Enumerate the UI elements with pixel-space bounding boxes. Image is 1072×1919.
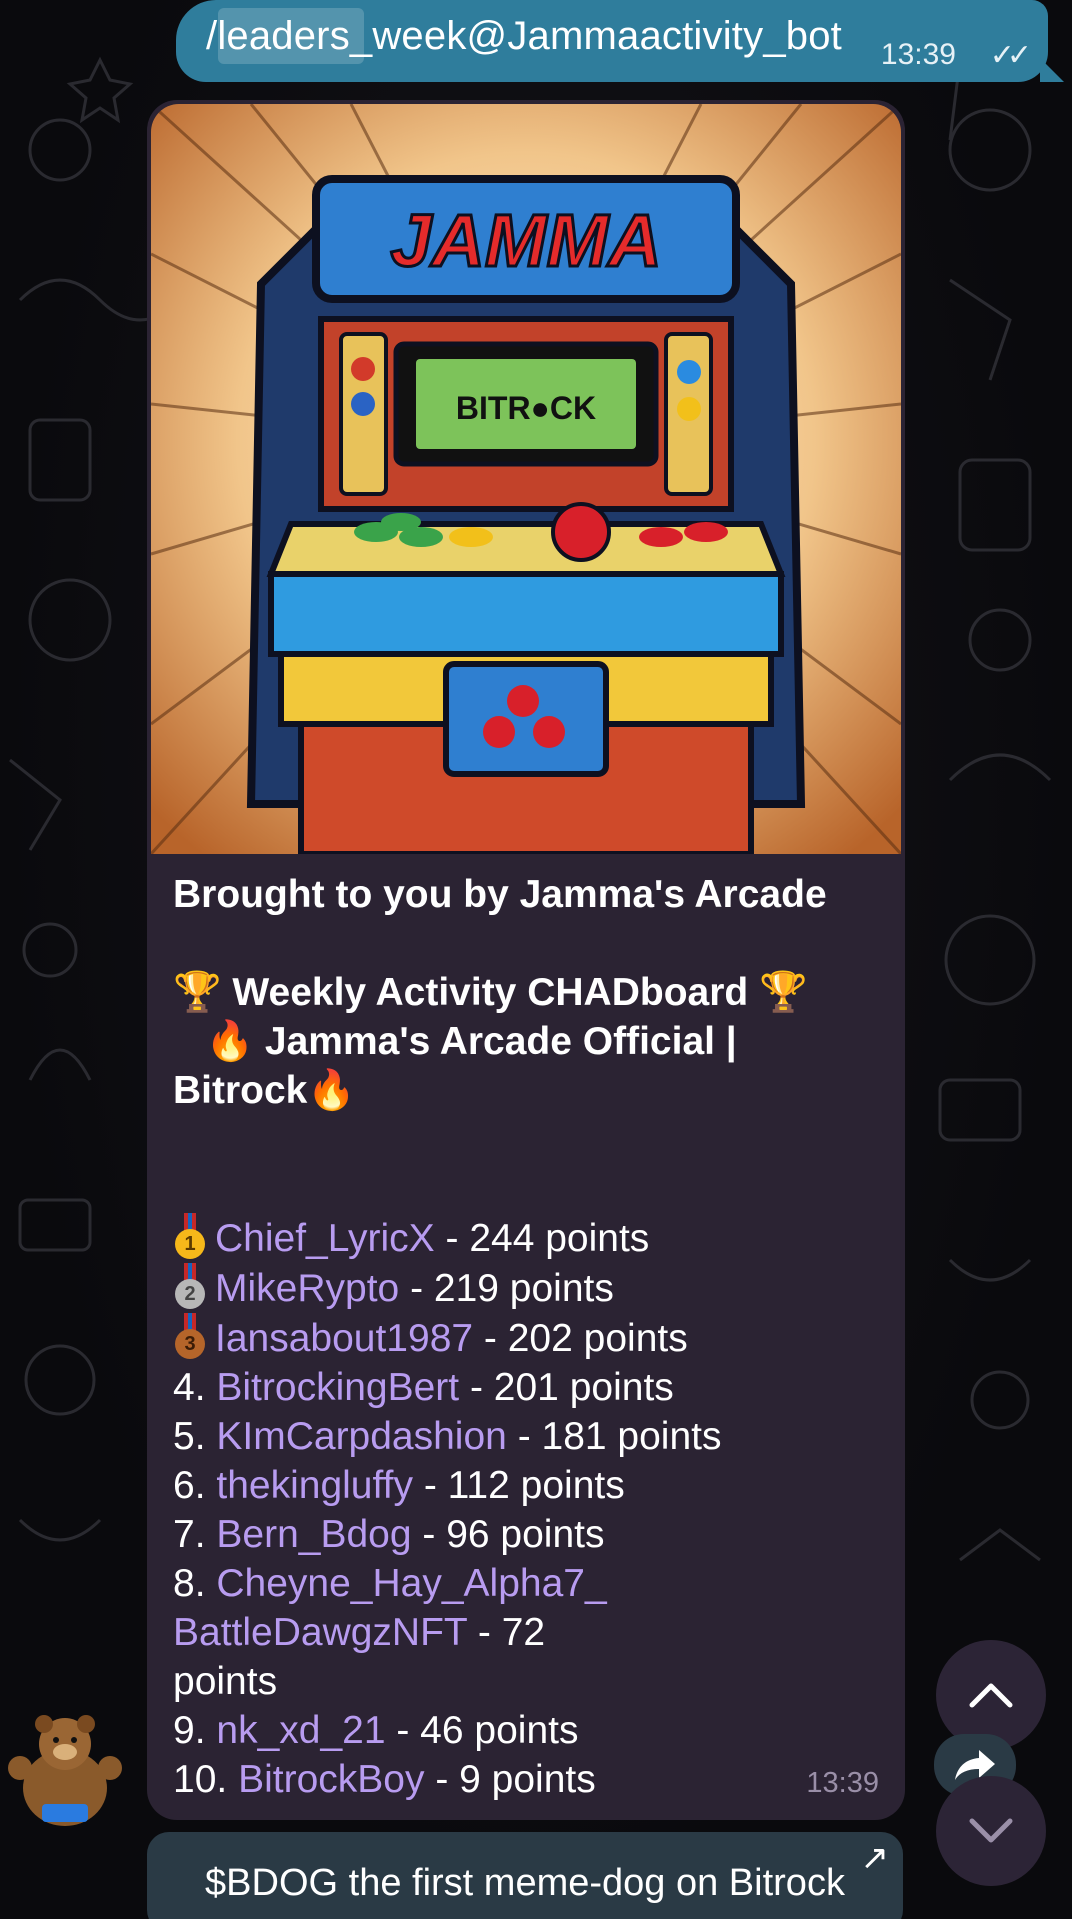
username-link[interactable]: Bern_Bdog [216, 1513, 411, 1556]
url-button-label: $BDOG the first meme-dog on Bitrock [205, 1862, 845, 1904]
trophy-icon: 🏆 [759, 971, 808, 1014]
bot-avatar[interactable] [6, 1708, 124, 1830]
marquee-text: JAMMA [390, 199, 661, 282]
group-name-part-1: Jamma's Arcade Official | [264, 1020, 737, 1063]
double-check-icon: ✓✓ [989, 39, 1032, 72]
rank: 8. [173, 1562, 206, 1605]
score: - 202 points [483, 1317, 688, 1360]
score: points [173, 1660, 278, 1703]
leaderboard-row: 7. Bern_Bdog - 96 points [173, 1510, 873, 1559]
bot-message-bubble[interactable]: JAMMA BITR●CK Brought to you by Jamma's … [147, 100, 905, 1820]
score: - 219 points [410, 1267, 614, 1310]
leaderboard-row-continued: points [173, 1657, 873, 1706]
username-link[interactable]: BitrockingBert [216, 1366, 459, 1409]
scroll-down-button[interactable] [936, 1776, 1046, 1886]
rank: 10. [173, 1758, 228, 1801]
rank: 9. [173, 1709, 206, 1752]
trophy-icon: 🏆 [173, 971, 222, 1014]
score: - 9 points [435, 1758, 596, 1801]
leaderboard-row: 3 Iansabout1987 - 202 points [173, 1313, 873, 1363]
score: - 244 points [445, 1217, 650, 1260]
outgoing-command-bubble[interactable]: /leaders_week@Jammaactivity_bot 13:39 ✓✓ [176, 0, 1048, 82]
leaderboard-row: 1 Chief_LyricX - 244 points [173, 1213, 873, 1263]
board-title-line: 🏆 Weekly Activity CHADboard 🏆 [173, 968, 873, 1017]
score: - 72 [477, 1611, 546, 1654]
bronze-medal-icon: 3 [173, 1313, 207, 1359]
score: - 201 points [469, 1366, 674, 1409]
score: - 112 points [423, 1464, 625, 1507]
leaderboard-row: 4. BitrockingBert - 201 points [173, 1363, 873, 1412]
command-text[interactable]: /leaders_week@Jammaactivity_bot [206, 14, 842, 59]
fire-icon: 🔥 [205, 1020, 255, 1063]
leaderboard-row: 9. nk_xd_21 - 46 points [173, 1706, 873, 1755]
username-link[interactable]: Iansabout1987 [215, 1317, 473, 1360]
rank: 6. [173, 1464, 206, 1507]
silver-medal-icon: 2 [173, 1263, 207, 1309]
username-link[interactable]: BitrockBoy [238, 1758, 424, 1801]
message-timestamp: 13:39 [806, 1767, 879, 1799]
score: - 46 points [396, 1709, 579, 1752]
leaderboard-row: 6. thekingluffy - 112 points [173, 1461, 873, 1510]
external-arrow-icon: ↗ [860, 1839, 890, 1877]
leaderboard-row: 2 MikeRypto - 219 points [173, 1263, 873, 1313]
username-link[interactable]: Cheyne_Hay_Alpha7_ [216, 1562, 606, 1605]
arcade-cabinet-image[interactable]: JAMMA BITR●CK [151, 104, 901, 854]
chat-screen: /leaders_week@Jammaactivity_bot 13:39 ✓✓ [0, 0, 1072, 1919]
score: - 181 points [517, 1415, 722, 1458]
username-link[interactable]: thekingluffy [216, 1464, 413, 1507]
gold-medal-icon: 1 [173, 1213, 207, 1259]
rank: 4. [173, 1366, 206, 1409]
chevron-down-icon [969, 1818, 1013, 1843]
group-line-2: Bitrock🔥 [173, 1066, 873, 1115]
leaderboard-row-continued: BattleDawgzNFT - 72 [173, 1608, 873, 1657]
username-link[interactable]: Chief_LyricX [215, 1217, 435, 1260]
group-name-part-2: Bitrock [173, 1069, 308, 1112]
fire-icon: 🔥 [307, 1069, 356, 1112]
username-link[interactable]: KImCarpdashion [216, 1415, 506, 1458]
username-link[interactable]: nk_xd_21 [216, 1709, 385, 1752]
chevron-up-icon [969, 1683, 1013, 1708]
score: - 96 points [422, 1513, 605, 1556]
rank: 5. [173, 1415, 206, 1458]
board-title: Weekly Activity CHADboard [232, 971, 749, 1014]
leaderboard-row: 8. Cheyne_Hay_Alpha7_ [173, 1559, 873, 1608]
screen-text: BITR●CK [456, 390, 596, 426]
intro-line: Brought to you by Jamma's Arcade [173, 873, 827, 916]
username-link[interactable]: BattleDawgzNFT [173, 1611, 467, 1654]
leaderboard-row: 10. BitrockBoy - 9 points [173, 1755, 873, 1804]
group-line-1: 🔥 Jamma's Arcade Official | [173, 1017, 873, 1066]
username-link[interactable]: MikeRypto [215, 1267, 399, 1310]
rank: 7. [173, 1513, 206, 1556]
command-timestamp: 13:39 [880, 38, 956, 71]
leaderboard-row: 5. KImCarpdashion - 181 points [173, 1412, 873, 1461]
inline-url-button[interactable]: $BDOG the first meme-dog on Bitrock ↗ [147, 1832, 903, 1919]
message-caption: Brought to you by Jamma's Arcade 🏆 Weekl… [173, 870, 873, 1804]
